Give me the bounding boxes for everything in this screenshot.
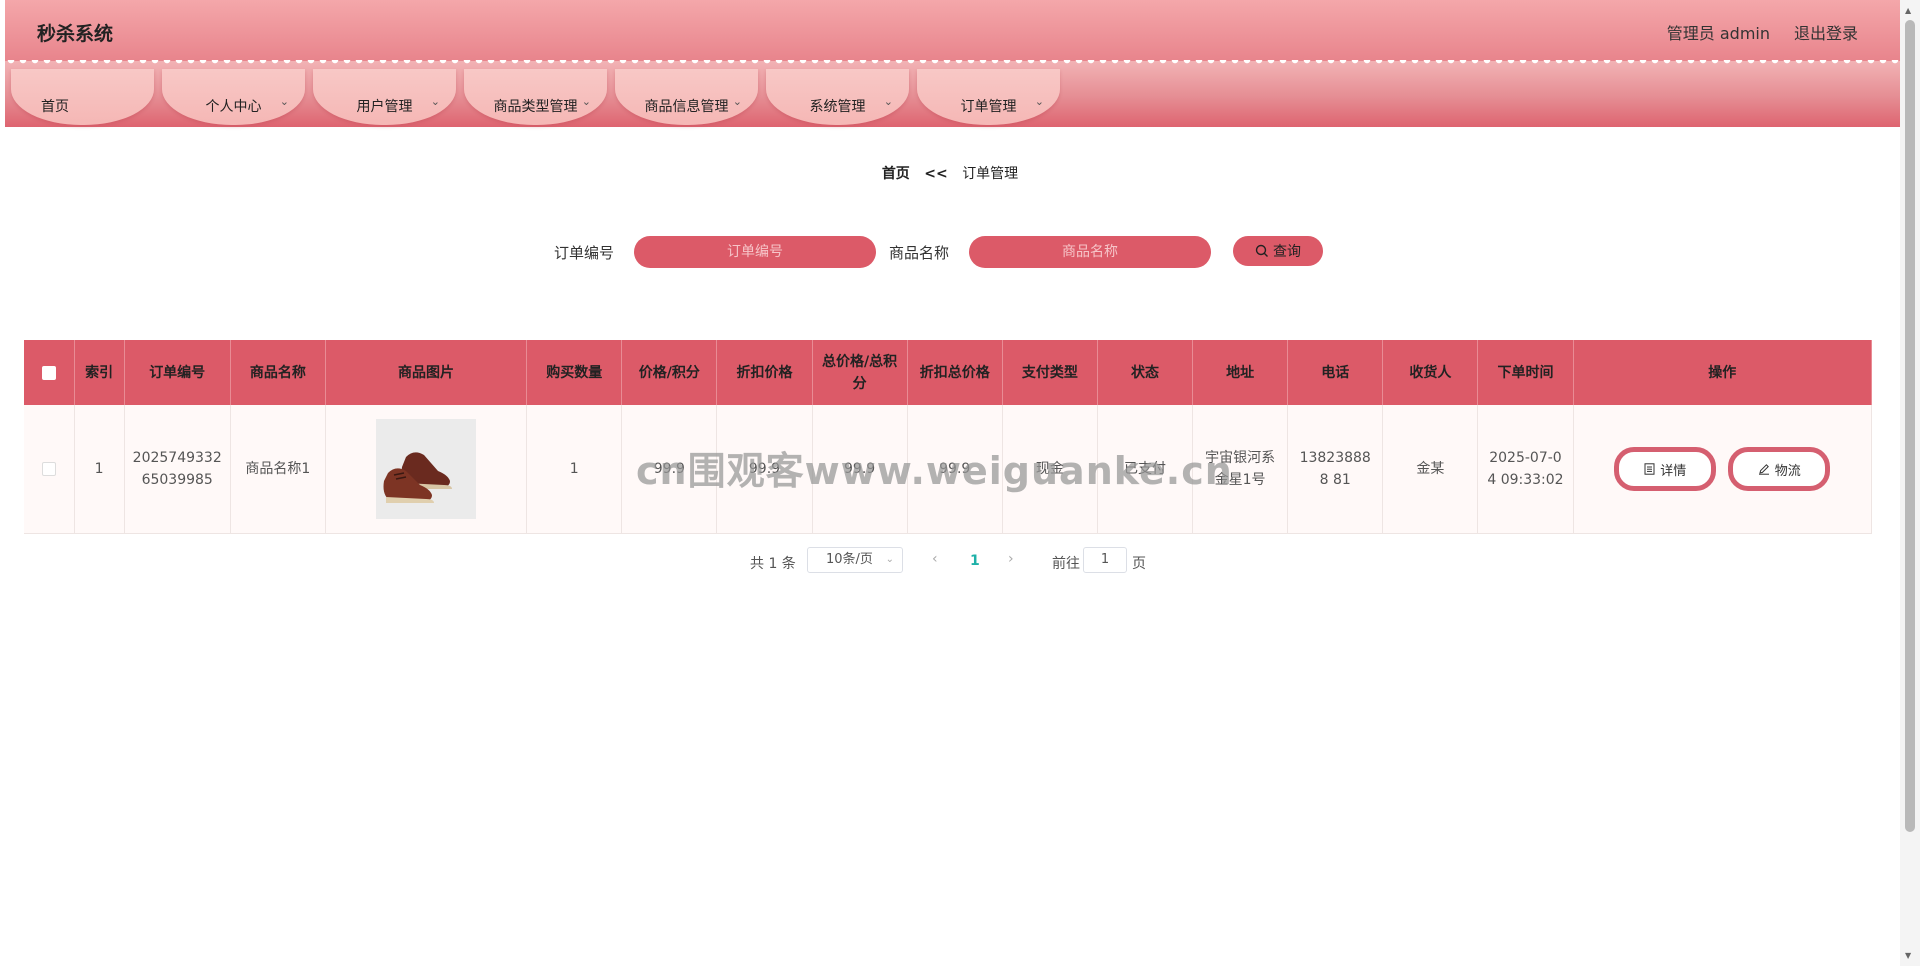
column-header: 地址 xyxy=(1192,340,1289,405)
breadcrumb-home[interactable]: 首页 xyxy=(882,166,910,182)
column-header: 订单编号 xyxy=(124,340,231,405)
nav-item-user-management[interactable]: 用户管理 ⌄ xyxy=(313,69,456,125)
goto-label: 前往 xyxy=(1052,556,1080,572)
breadcrumb-current: 订单管理 xyxy=(962,166,1019,182)
column-header: 支付类型 xyxy=(1002,340,1098,405)
app-window: 秒杀系统 管理员 admin 退出登录 首页 个人中心 ⌄ 用户管理 ⌄ 商品类… xyxy=(0,0,1900,966)
pagination-total: 共 1 条 xyxy=(750,556,796,572)
row-checkbox[interactable] xyxy=(41,462,56,476)
cell-index: 1 xyxy=(74,405,125,534)
main-nav: 首页 个人中心 ⌄ 用户管理 ⌄ 商品类型管理 ⌄ 商品信息管理 ⌄ 系统管理 … xyxy=(5,61,1900,127)
detail-button-label: 详情 xyxy=(1660,462,1687,478)
column-header: 总价格/总积分 xyxy=(812,340,908,405)
nav-item-personal-center[interactable]: 个人中心 ⌄ xyxy=(162,69,305,125)
order-no-label: 订单编号 xyxy=(554,244,615,262)
query-button-label: 查询 xyxy=(1273,243,1301,259)
page-unit-label: 页 xyxy=(1132,556,1146,572)
column-header: 价格/积分 xyxy=(621,340,718,405)
logistics-button[interactable]: 物流 xyxy=(1728,447,1831,491)
goods-name-label: 商品名称 xyxy=(889,244,950,262)
scroll-down-icon[interactable]: ▼ xyxy=(1905,951,1911,960)
column-header: 商品名称 xyxy=(230,340,326,405)
scallop-divider xyxy=(5,60,1900,68)
chevron-down-icon: ⌄ xyxy=(581,95,591,108)
pagination: 共 1 条 10条/页 ⌄ ‹ 1 › 前往 1 页 xyxy=(0,547,1900,575)
column-header: 折扣总价格 xyxy=(907,340,1003,405)
column-header: 状态 xyxy=(1097,340,1194,405)
breadcrumb: 首页 << 订单管理 xyxy=(0,163,1900,183)
chevron-down-icon: ⌄ xyxy=(885,554,894,565)
current-user: 管理员 admin xyxy=(1666,24,1770,43)
chevron-down-icon: ⌄ xyxy=(883,95,893,108)
query-button[interactable]: 查询 xyxy=(1233,236,1323,266)
chevron-down-icon: ⌄ xyxy=(732,95,742,108)
cell-quantity: 1 xyxy=(526,405,623,534)
chevron-down-icon: ⌄ xyxy=(1034,95,1044,108)
logistics-button-label: 物流 xyxy=(1774,462,1801,478)
column-header: 操作 xyxy=(1573,340,1873,405)
page-number-current[interactable]: 1 xyxy=(970,553,980,569)
search-icon xyxy=(1255,244,1268,257)
vertical-scrollbar[interactable]: ▲ ▼ xyxy=(1900,0,1920,966)
document-icon xyxy=(1644,463,1655,475)
chevron-down-icon: ⌄ xyxy=(430,95,440,108)
breadcrumb-separator: << xyxy=(924,166,948,182)
select-all-cell xyxy=(24,340,75,405)
column-header: 商品图片 xyxy=(325,340,528,405)
cell-order-no: 2025749332 65039985 xyxy=(124,405,231,534)
next-page-icon[interactable]: › xyxy=(1008,551,1014,567)
logout-link[interactable]: 退出登录 xyxy=(1794,20,1858,44)
column-header: 电话 xyxy=(1287,340,1384,405)
nav-item-goods-type-management[interactable]: 商品类型管理 ⌄ xyxy=(464,69,607,125)
goods-name-input[interactable] xyxy=(969,236,1211,268)
edit-icon xyxy=(1758,464,1769,475)
column-header: 折扣价格 xyxy=(716,340,813,405)
page-size-value: 10条/页 xyxy=(826,552,873,567)
column-header: 购买数量 xyxy=(526,340,623,405)
table-header-row: 索引 订单编号 商品名称 商品图片 购买数量 价格/积分 折扣价格 总价格/总积… xyxy=(24,340,1873,405)
shoe-image xyxy=(376,419,477,519)
watermark-text: cn围观客www.weiguanke.cn xyxy=(636,449,1233,493)
column-header: 索引 xyxy=(74,340,125,405)
cell-receiver: 金某 xyxy=(1382,405,1479,534)
column-header: 收货人 xyxy=(1382,340,1479,405)
nav-item-home[interactable]: 首页 xyxy=(11,69,154,125)
nav-item-order-management[interactable]: 订单管理 ⌄ xyxy=(917,69,1060,125)
detail-button[interactable]: 详情 xyxy=(1614,447,1717,491)
chevron-down-icon: ⌄ xyxy=(279,95,289,108)
order-table: 索引 订单编号 商品名称 商品图片 购买数量 价格/积分 折扣价格 总价格/总积… xyxy=(24,340,1873,534)
app-title: 秒杀系统 xyxy=(37,23,114,45)
column-header: 下单时间 xyxy=(1477,340,1574,405)
cell-goods-name: 商品名称1 xyxy=(230,405,326,534)
cell-operations: 详情 物流 xyxy=(1573,405,1873,534)
cell-order-time: 2025-07-0 4 09:33:02 xyxy=(1477,405,1574,534)
scroll-up-icon[interactable]: ▲ xyxy=(1905,6,1911,15)
page-size-select[interactable]: 10条/页 ⌄ xyxy=(807,547,903,573)
scrollbar-thumb[interactable] xyxy=(1905,20,1915,832)
page-jump-input[interactable]: 1 xyxy=(1083,547,1127,573)
top-header: 秒杀系统 管理员 admin 退出登录 xyxy=(5,0,1900,61)
cell-phone: 138238888 81 xyxy=(1287,405,1384,534)
prev-page-icon[interactable]: ‹ xyxy=(932,551,938,567)
select-all-checkbox[interactable] xyxy=(41,365,56,380)
row-actions: 详情 物流 xyxy=(1582,447,1863,491)
nav-item-goods-info-management[interactable]: 商品信息管理 ⌄ xyxy=(615,69,758,125)
cell-goods-image xyxy=(325,405,528,534)
nav-item-system-management[interactable]: 系统管理 ⌄ xyxy=(766,69,909,125)
row-select-cell xyxy=(24,405,75,534)
nav-label: 首页 xyxy=(41,99,69,115)
order-no-input[interactable] xyxy=(634,236,876,268)
search-bar: 订单编号 商品名称 查询 xyxy=(0,235,1900,268)
